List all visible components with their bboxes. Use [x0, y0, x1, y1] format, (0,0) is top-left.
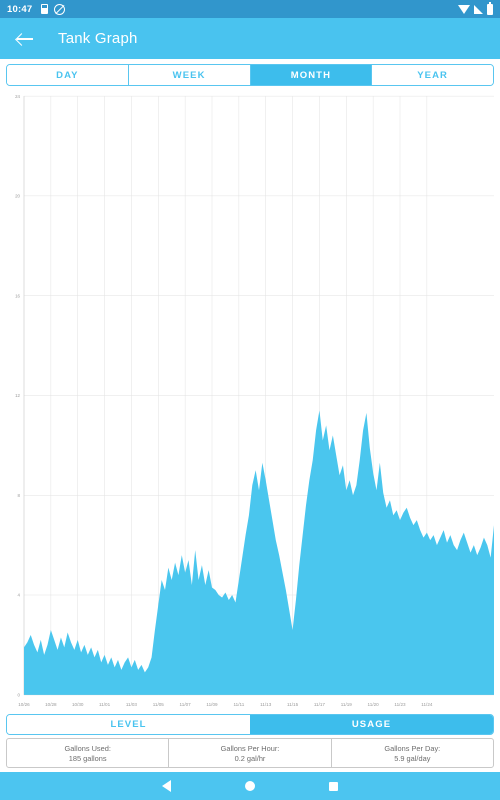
svg-text:11/23: 11/23 — [394, 702, 406, 707]
svg-text:12: 12 — [15, 393, 20, 398]
stat-gallons-used: Gallons Used: 185 gallons — [7, 739, 170, 767]
stat-value: 185 gallons — [68, 753, 107, 763]
no-image-icon — [54, 3, 66, 15]
stat-value: 5.9 gal/day — [394, 753, 431, 763]
nav-recent-icon[interactable] — [329, 781, 338, 791]
svg-text:8: 8 — [18, 493, 21, 498]
svg-text:0: 0 — [18, 693, 21, 698]
tab-usage[interactable]: USAGE — [250, 715, 493, 734]
tab-week[interactable]: WEEK — [128, 65, 251, 85]
battery-icon — [487, 2, 493, 15]
tank-graph-screen: 10:47 Tank Graph DAY WEEK MONTH YEAR 0 4 8… — [0, 0, 500, 800]
svg-text:24: 24 — [15, 94, 20, 99]
stats-container: Gallons Used: 185 gallons Gallons Per Ho… — [0, 738, 500, 772]
svg-text:16: 16 — [15, 293, 20, 298]
status-clock: 10:47 — [7, 3, 33, 15]
svg-text:11/07: 11/07 — [180, 702, 192, 707]
usage-chart-svg: 0 4 8 12 16 20 24 10/26 10/28 10/30 11/01 11/03 11/0… — [15, 94, 494, 707]
svg-text:11/09: 11/09 — [206, 702, 218, 707]
usage-chart[interactable]: 0 4 8 12 16 20 24 10/26 10/28 10/30 11/01 11/03 11/0… — [4, 90, 496, 711]
svg-text:10/26: 10/26 — [18, 702, 30, 707]
svg-text:11/11: 11/11 — [233, 702, 244, 707]
range-tabs: DAY WEEK MONTH YEAR — [6, 64, 494, 86]
svg-text:4: 4 — [18, 593, 21, 598]
back-arrow-icon[interactable] — [14, 28, 36, 50]
stats-row: Gallons Used: 185 gallons Gallons Per Ho… — [6, 738, 494, 768]
stat-gallons-per-hour: Gallons Per Hour: 0.2 gal/hr — [169, 739, 332, 767]
svg-text:10/28: 10/28 — [45, 702, 57, 707]
sim-card-icon — [41, 4, 49, 14]
system-nav-bar — [0, 772, 500, 800]
svg-text:11/17: 11/17 — [314, 702, 326, 707]
nav-back-icon[interactable] — [162, 780, 171, 792]
svg-text:11/19: 11/19 — [341, 702, 353, 707]
svg-text:11/03: 11/03 — [126, 702, 138, 707]
status-left-icons — [41, 3, 66, 15]
signal-icon — [474, 4, 483, 14]
tab-day[interactable]: DAY — [7, 65, 129, 85]
svg-text:11/20: 11/20 — [368, 702, 380, 707]
range-tabs-container: DAY WEEK MONTH YEAR — [0, 59, 500, 90]
svg-text:20: 20 — [15, 194, 20, 199]
status-right-icons — [458, 2, 493, 15]
svg-text:11/24: 11/24 — [421, 702, 433, 707]
stat-label: Gallons Per Hour: — [220, 743, 280, 753]
wifi-icon — [458, 4, 470, 14]
svg-text:11/13: 11/13 — [260, 702, 272, 707]
stat-gallons-per-day: Gallons Per Day: 5.9 gal/day — [332, 739, 493, 767]
stat-label: Gallons Used: — [64, 743, 111, 753]
tab-year[interactable]: YEAR — [372, 65, 493, 85]
svg-text:10/30: 10/30 — [72, 702, 84, 707]
app-bar: Tank Graph — [0, 18, 500, 59]
svg-text:11/01: 11/01 — [99, 702, 111, 707]
status-bar: 10:47 — [0, 0, 500, 18]
mode-tabs-container: LEVEL USAGE — [0, 711, 500, 738]
svg-text:11/15: 11/15 — [287, 702, 299, 707]
tab-level[interactable]: LEVEL — [7, 715, 250, 734]
tab-month[interactable]: MONTH — [250, 65, 373, 85]
nav-home-icon[interactable] — [245, 781, 255, 791]
stat-label: Gallons Per Day: — [384, 743, 441, 753]
stat-value: 0.2 gal/hr — [234, 753, 266, 763]
page-title: Tank Graph — [58, 30, 138, 47]
svg-text:11/05: 11/05 — [153, 702, 165, 707]
mode-tabs: LEVEL USAGE — [6, 714, 494, 735]
